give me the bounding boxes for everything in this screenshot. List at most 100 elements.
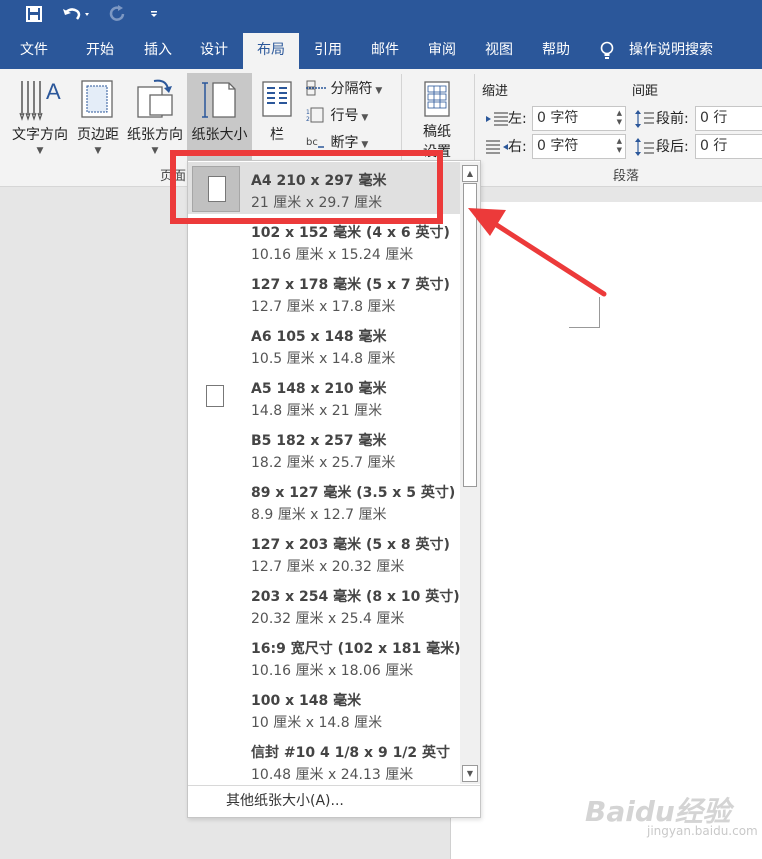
margins-label: 页边距 — [77, 127, 119, 143]
ribbon-tabs: 文件 开始 插入 设计 布局 引用 邮件 审阅 视图 帮助 操作说明搜索 — [0, 33, 762, 69]
paper-size-dimensions: 12.7 厘米 x 17.8 厘米 — [251, 299, 396, 315]
paper-size-option[interactable]: 89 x 127 毫米 (3.5 x 5 英寸) 8.9 厘米 x 12.7 厘… — [188, 474, 460, 526]
customize-qat-icon[interactable] — [140, 0, 168, 28]
space-before-input[interactable]: 0 行 — [695, 106, 762, 131]
chevron-down-icon: ▼ — [358, 113, 369, 123]
space-before-icon — [635, 110, 654, 128]
watermark-url: jingyan.baidu.com — [647, 824, 758, 838]
tab-layout[interactable]: 布局 — [243, 33, 299, 69]
watermark: Baidu经验 jingyan.baidu.com — [585, 788, 758, 848]
tab-mailings[interactable]: 邮件 — [357, 33, 413, 69]
scrollbar-thumb[interactable] — [463, 183, 477, 487]
tab-home[interactable]: 开始 — [72, 33, 128, 69]
spinner-arrows-icon[interactable]: ▲ ▼ — [617, 137, 622, 155]
paper-size-dimensions: 10.48 厘米 x 24.13 厘米 — [251, 767, 414, 783]
paragraph-group-label: 段落 — [613, 169, 640, 184]
paper-size-name: A5 148 x 210 毫米 — [251, 381, 387, 397]
spinner-arrows-icon[interactable]: ▲ ▼ — [617, 109, 622, 127]
scroll-down-icon[interactable]: ▼ — [462, 765, 478, 782]
quick-access-toolbar — [0, 0, 762, 33]
chevron-down-icon: ▼ — [372, 86, 383, 96]
paper-size-name: 127 x 203 毫米 (5 x 8 英寸) — [251, 537, 450, 553]
paper-size-option[interactable]: 100 x 148 毫米 10 厘米 x 14.8 厘米 — [188, 682, 460, 734]
text-direction-button[interactable]: A 文字方向 ▼ — [4, 73, 76, 163]
svg-text:2: 2 — [306, 116, 310, 123]
paper-size-dimensions: 20.32 厘米 x 25.4 厘米 — [251, 611, 405, 627]
paper-size-name: 信封 #10 4 1/8 x 9 1/2 英寸 — [251, 745, 451, 761]
indent-left-label: 左: — [508, 111, 527, 127]
margins-icon — [81, 80, 113, 118]
space-after-value: 0 行 — [700, 138, 728, 154]
document-page[interactable] — [450, 202, 762, 859]
paper-size-name: 102 x 152 毫米 (4 x 6 英寸) — [251, 225, 450, 241]
paper-size-option[interactable]: 16:9 宽尺寸 (102 x 181 毫米) 10.16 厘米 x 18.06… — [188, 630, 460, 682]
page-icon — [206, 385, 224, 407]
tab-design[interactable]: 设计 — [186, 33, 242, 69]
manuscript-label-line1: 稿纸 — [423, 124, 451, 140]
tab-insert[interactable]: 插入 — [130, 33, 186, 69]
hyphenation-button[interactable]: bc 断字 ▼ — [306, 132, 368, 152]
indent-right-input[interactable]: 0 字符 ▲ ▼ — [532, 134, 626, 159]
tab-references[interactable]: 引用 — [300, 33, 356, 69]
paper-size-dropdown: A4 210 x 297 毫米 21 厘米 x 29.7 厘米 102 x 15… — [187, 160, 481, 818]
paper-size-option[interactable]: 127 x 178 毫米 (5 x 7 英寸) 12.7 厘米 x 17.8 厘… — [188, 266, 460, 318]
tab-file[interactable]: 文件 — [8, 33, 60, 69]
indent-right-icon — [486, 140, 508, 154]
line-numbers-label: 行号 — [330, 108, 359, 124]
highlight-box — [170, 150, 443, 224]
orientation-label: 纸张方向 — [127, 127, 183, 143]
manuscript-icon — [424, 81, 450, 117]
size-label: 纸张大小 — [191, 127, 248, 143]
space-before-value: 0 行 — [700, 110, 728, 126]
paper-size-dimensions: 10 厘米 x 14.8 厘米 — [251, 715, 383, 731]
paper-size-option[interactable]: 127 x 203 毫米 (5 x 8 英寸) 12.7 厘米 x 20.32 … — [188, 526, 460, 578]
indent-left-icon — [486, 112, 508, 126]
paper-size-option[interactable]: A6 105 x 148 毫米 10.5 厘米 x 14.8 厘米 — [188, 318, 460, 370]
paper-size-dimensions: 12.7 厘米 x 20.32 厘米 — [251, 559, 405, 575]
spacing-title: 间距 — [632, 84, 659, 99]
breaks-button[interactable]: 分隔符 ▼ — [306, 78, 382, 98]
undo-icon[interactable] — [58, 0, 94, 28]
orientation-icon — [137, 79, 173, 118]
paper-size-name: B5 182 x 257 毫米 — [251, 433, 387, 449]
paper-size-option[interactable]: 203 x 254 毫米 (8 x 10 英寸) 20.32 厘米 x 25.4… — [188, 578, 460, 630]
breaks-icon — [306, 80, 326, 96]
text-direction-label: 文字方向 — [12, 127, 68, 143]
space-after-input[interactable]: 0 行 — [695, 134, 762, 159]
lightbulb-icon — [600, 41, 614, 59]
chevron-down-icon: ▼ — [36, 146, 44, 156]
paper-size-option[interactable]: A5 148 x 210 毫米 14.8 厘米 x 21 厘米 — [188, 370, 460, 422]
dropdown-scrollbar[interactable]: ▲ ▼ — [460, 162, 480, 784]
chevron-down-icon: ▼ — [358, 140, 369, 150]
tab-help[interactable]: 帮助 — [528, 33, 584, 69]
paper-size-dimensions: 10.16 厘米 x 18.06 厘米 — [251, 663, 414, 679]
more-paper-sizes-link[interactable]: 其他纸张大小(A)... — [188, 785, 480, 817]
breaks-label: 分隔符 — [330, 81, 373, 97]
tell-me-search[interactable]: 操作说明搜索 — [596, 33, 726, 69]
hyphenation-label: 断字 — [330, 135, 359, 151]
margins-button[interactable]: 页边距 ▼ — [74, 73, 122, 163]
scroll-up-icon[interactable]: ▲ — [462, 165, 478, 182]
line-numbers-button[interactable]: 12 行号 ▼ — [306, 105, 368, 125]
space-before-label: 段前: — [656, 111, 689, 127]
margin-corner-mark — [569, 327, 600, 328]
indent-right-label: 右: — [508, 139, 527, 155]
columns-label: 栏 — [270, 127, 284, 143]
indent-left-input[interactable]: 0 字符 ▲ ▼ — [532, 106, 626, 131]
indent-left-value: 0 字符 — [537, 110, 579, 126]
save-icon[interactable] — [20, 0, 48, 28]
paper-size-name: 203 x 254 毫米 (8 x 10 英寸) — [251, 589, 460, 605]
paper-size-name: 100 x 148 毫米 — [251, 693, 362, 709]
redo-icon[interactable] — [104, 0, 132, 28]
indent-right-value: 0 字符 — [537, 138, 579, 154]
paper-size-name: 16:9 宽尺寸 (102 x 181 毫米) — [251, 641, 461, 657]
paper-size-icon — [202, 82, 236, 118]
columns-icon — [262, 81, 292, 117]
paper-size-option[interactable]: B5 182 x 257 毫米 18.2 厘米 x 25.7 厘米 — [188, 422, 460, 474]
tab-view[interactable]: 视图 — [471, 33, 527, 69]
tab-review[interactable]: 审阅 — [414, 33, 470, 69]
chevron-down-icon: ▼ — [94, 146, 102, 156]
tell-me-label: 操作说明搜索 — [629, 42, 713, 58]
paper-size-option[interactable]: 信封 #10 4 1/8 x 9 1/2 英寸 10.48 厘米 x 24.13… — [188, 734, 460, 786]
space-after-label: 段后: — [656, 139, 689, 155]
